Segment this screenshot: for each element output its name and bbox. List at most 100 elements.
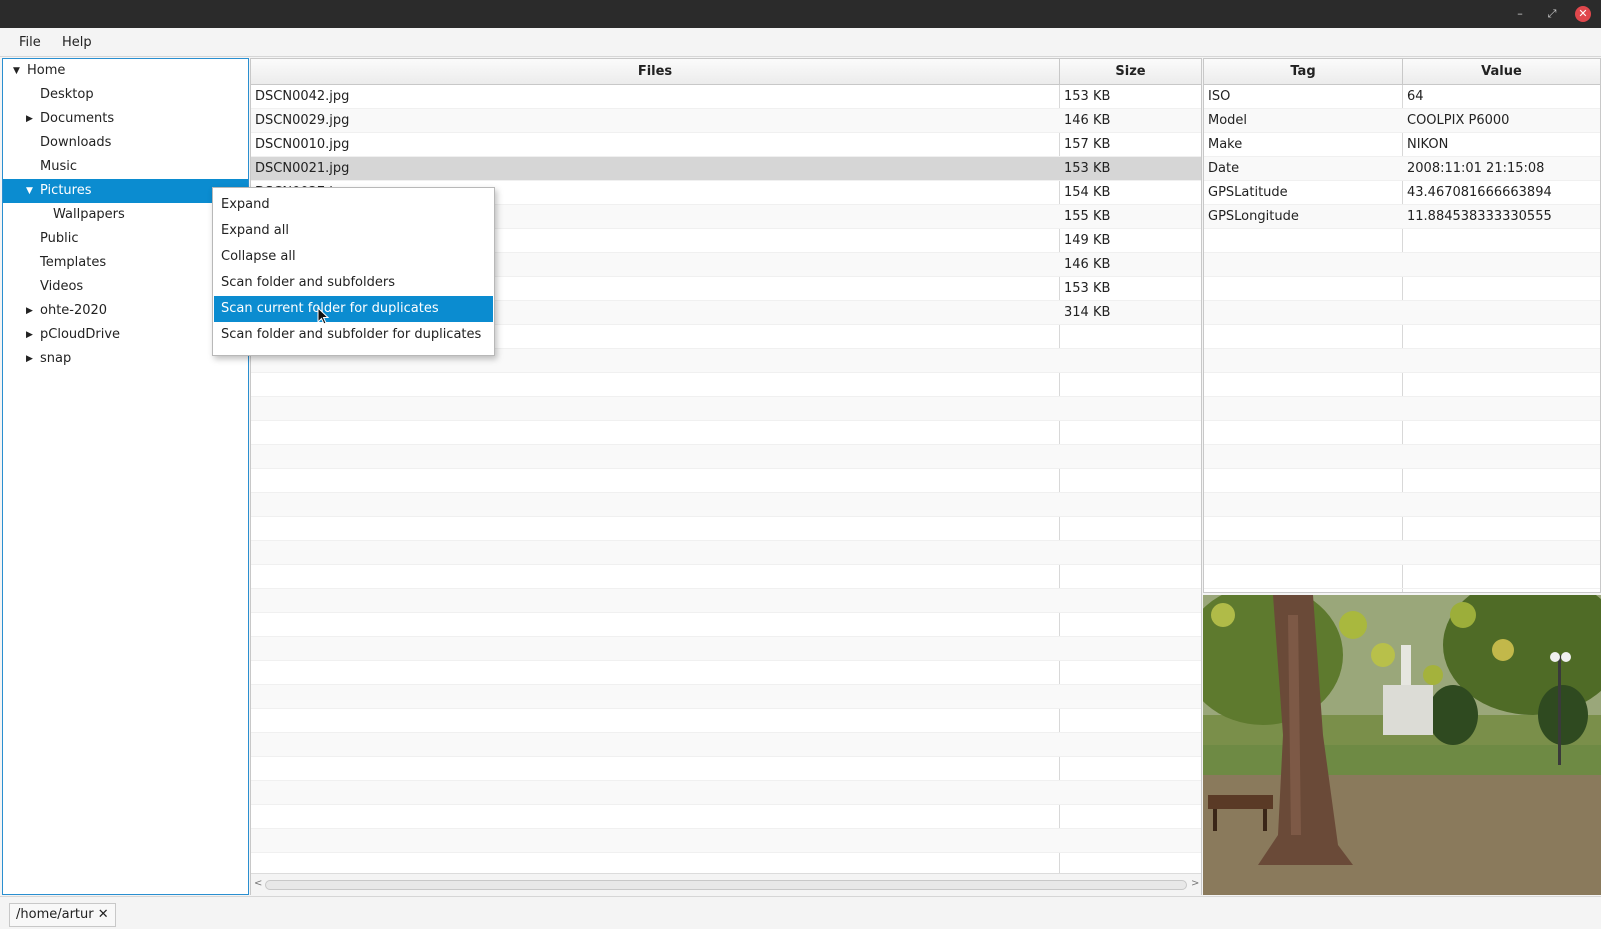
window-titlebar: – ⤢ ✕ [0, 0, 1601, 28]
table-row[interactable]: DSCN0010.jpg 157 KB [251, 133, 1201, 157]
table-row[interactable]: Model COOLPIX P6000 [1204, 109, 1600, 133]
tree-item-documents[interactable]: ▶ Documents [3, 107, 248, 131]
scroll-right-icon[interactable]: > [1191, 878, 1199, 889]
table-row[interactable] [251, 829, 1201, 853]
menu-item-collapse-all[interactable]: Collapse all [214, 244, 493, 270]
minimize-icon[interactable]: – [1512, 6, 1528, 22]
file-name-cell: DSCN0029.jpg [255, 113, 350, 128]
table-row[interactable] [1204, 253, 1600, 277]
tree-item-label: Public [40, 231, 79, 246]
table-row[interactable]: DSCN0021.jpg 153 KB [251, 157, 1201, 181]
column-header-files[interactable]: Files [251, 59, 1059, 85]
maximize-icon[interactable]: ⤢ [1544, 6, 1560, 22]
collapsed-arrow-icon[interactable]: ▶ [26, 323, 36, 347]
table-row[interactable] [1204, 349, 1600, 373]
status-bar: /home/artur ✕ [0, 896, 1601, 929]
table-row[interactable] [1204, 229, 1600, 253]
table-row[interactable] [251, 589, 1201, 613]
scrollbar-thumb[interactable] [265, 880, 1187, 890]
table-row[interactable] [251, 637, 1201, 661]
collapsed-arrow-icon[interactable]: ▶ [26, 347, 36, 371]
scroll-left-icon[interactable]: < [254, 878, 262, 889]
tree-item-label: Desktop [40, 87, 94, 102]
table-row[interactable] [251, 421, 1201, 445]
mouse-cursor-icon [317, 307, 329, 325]
table-row[interactable]: Make NIKON [1204, 133, 1600, 157]
table-row[interactable] [251, 709, 1201, 733]
close-window-icon[interactable]: ✕ [1575, 6, 1591, 22]
table-row[interactable] [251, 613, 1201, 637]
tag-table[interactable]: Tag Value ISO 64 Model COOLPIX P6000 Make NIK… [1203, 58, 1601, 593]
tag-name-cell: Model [1208, 113, 1248, 128]
table-row[interactable] [251, 565, 1201, 589]
tree-item-music[interactable]: Music [3, 155, 248, 179]
horizontal-scrollbar[interactable]: < > [251, 873, 1201, 895]
collapsed-arrow-icon[interactable]: ▶ [26, 299, 36, 323]
table-row[interactable]: GPSLongitude 11.884538333330555 [1204, 205, 1600, 229]
menu-file[interactable]: File [19, 35, 41, 50]
tree-item-desktop[interactable]: Desktop [3, 83, 248, 107]
table-row[interactable]: Date 2008:11:01 21:15:08 [1204, 157, 1600, 181]
table-row[interactable]: DSCN0029.jpg 146 KB [251, 109, 1201, 133]
collapsed-arrow-icon[interactable]: ▶ [26, 107, 36, 131]
menu-item-scan-current-folder-duplicates[interactable]: Scan current folder for duplicates [214, 296, 493, 322]
table-row[interactable] [251, 805, 1201, 829]
tree-item-label: pCloudDrive [40, 327, 121, 342]
table-row[interactable] [251, 757, 1201, 781]
tag-name-cell: GPSLongitude [1208, 209, 1299, 224]
context-menu: Expand Expand all Collapse all Scan fold… [212, 187, 495, 356]
tag-name-cell: ISO [1208, 89, 1231, 104]
table-row[interactable] [1204, 325, 1600, 349]
table-row[interactable] [1204, 541, 1600, 565]
menu-help[interactable]: Help [62, 35, 92, 50]
tree-item-label: Downloads [40, 135, 112, 150]
expanded-arrow-icon[interactable]: ▼ [13, 59, 23, 83]
column-header-tag[interactable]: Tag [1204, 59, 1402, 85]
column-header-value[interactable]: Value [1402, 59, 1600, 85]
path-tab[interactable]: /home/artur ✕ [9, 903, 116, 927]
file-size-cell: 155 KB [1064, 209, 1111, 224]
table-row[interactable] [1204, 493, 1600, 517]
tree-item-home[interactable]: ▼ Home [3, 59, 248, 83]
tag-value-cell: 2008:11:01 21:15:08 [1407, 161, 1545, 176]
table-row[interactable] [251, 685, 1201, 709]
table-row[interactable]: ISO 64 [1204, 85, 1600, 109]
menu-item-expand-all[interactable]: Expand all [214, 218, 493, 244]
menu-item-scan-folder-subfolder-duplicates[interactable]: Scan folder and subfolder for duplicates [214, 322, 493, 348]
table-row[interactable] [1204, 373, 1600, 397]
menu-item-expand[interactable]: Expand [214, 192, 493, 218]
table-row[interactable]: GPSLatitude 43.467081666663894 [1204, 181, 1600, 205]
table-row[interactable]: DSCN0042.jpg 153 KB [251, 85, 1201, 109]
table-row[interactable] [251, 445, 1201, 469]
expanded-arrow-icon[interactable]: ▼ [26, 179, 36, 203]
tree-item-label: Music [40, 159, 77, 174]
files-table[interactable]: Files Size DSCN0042.jpg 153 KB DSCN0029.jp… [250, 58, 1202, 895]
tag-value-cell: 43.467081666663894 [1407, 185, 1552, 200]
column-header-size[interactable]: Size [1059, 59, 1201, 85]
tree-item-downloads[interactable]: Downloads [3, 131, 248, 155]
tag-value-cell: NIKON [1407, 137, 1449, 152]
tag-name-cell: Date [1208, 161, 1240, 176]
table-row[interactable] [251, 469, 1201, 493]
menu-item-scan-folder-subfolders[interactable]: Scan folder and subfolders [214, 270, 493, 296]
table-row[interactable] [251, 493, 1201, 517]
file-size-cell: 153 KB [1064, 89, 1111, 104]
table-row[interactable] [1204, 301, 1600, 325]
table-row[interactable] [251, 781, 1201, 805]
close-tab-icon[interactable]: ✕ [98, 907, 109, 922]
table-row[interactable] [1204, 445, 1600, 469]
table-row[interactable] [1204, 277, 1600, 301]
table-row[interactable] [251, 397, 1201, 421]
table-row[interactable] [1204, 517, 1600, 541]
table-row[interactable] [251, 541, 1201, 565]
table-row[interactable] [251, 733, 1201, 757]
table-row[interactable] [251, 661, 1201, 685]
table-row[interactable] [1204, 565, 1600, 589]
table-row[interactable] [1204, 397, 1600, 421]
folder-tree[interactable]: ▼ Home Desktop ▶ Documents Downloads Mus… [2, 58, 249, 895]
file-size-cell: 146 KB [1064, 257, 1111, 272]
table-row[interactable] [251, 373, 1201, 397]
table-row[interactable] [1204, 421, 1600, 445]
table-row[interactable] [1204, 469, 1600, 493]
table-row[interactable] [251, 517, 1201, 541]
